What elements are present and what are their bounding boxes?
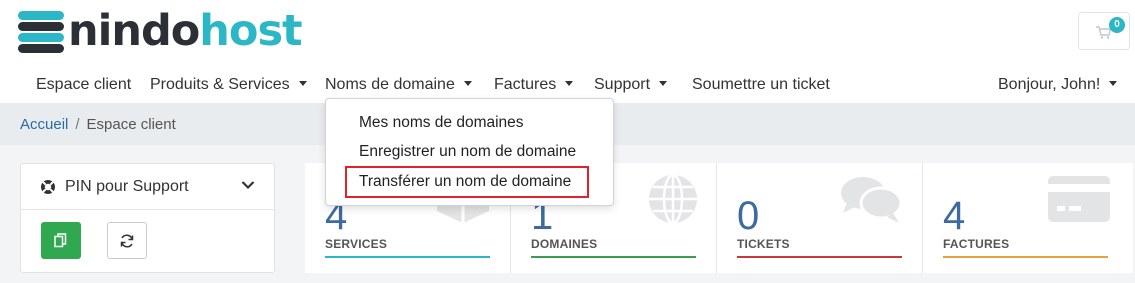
menu-item-enregistrer-domaine[interactable]: Enregistrer un nom de domaine bbox=[359, 143, 576, 161]
stat-underline bbox=[737, 256, 902, 258]
caret-down-icon bbox=[565, 81, 574, 86]
pin-support-card: PIN pour Support bbox=[20, 163, 275, 273]
domain-dropdown-menu: Mes noms de domaines Enregistrer un nom … bbox=[325, 98, 614, 206]
nav-item-factures[interactable]: Factures bbox=[494, 76, 574, 94]
highlight-box bbox=[345, 166, 589, 198]
nav-item-label: Soumettre un ticket bbox=[692, 76, 830, 93]
chevron-down-icon bbox=[241, 181, 255, 190]
refresh-icon bbox=[120, 234, 134, 248]
refresh-pin-button[interactable] bbox=[107, 222, 147, 259]
cart-button[interactable]: 0 bbox=[1078, 12, 1130, 50]
caret-down-icon bbox=[463, 81, 472, 86]
stat-value: 4 bbox=[943, 194, 966, 238]
globe-icon bbox=[649, 173, 697, 225]
breadcrumb-current: Espace client bbox=[86, 116, 176, 133]
nav-item-label: Espace client bbox=[36, 76, 132, 93]
stat-label: TICKETS bbox=[737, 237, 790, 251]
breadcrumb: Accueil / Espace client bbox=[20, 116, 176, 133]
nav-item-label: Noms de domaine bbox=[325, 76, 455, 93]
caret-down-icon bbox=[298, 81, 307, 86]
nav-user-menu[interactable]: Bonjour, John! bbox=[998, 76, 1118, 94]
nav-item-produits-services[interactable]: Produits & Services bbox=[150, 76, 307, 94]
logo-text: nindohost bbox=[68, 9, 303, 53]
nav-item-soumettre-ticket[interactable]: Soumettre un ticket bbox=[692, 76, 830, 94]
stat-underline bbox=[325, 256, 490, 258]
copy-icon bbox=[54, 233, 67, 248]
lifebuoy-icon bbox=[41, 180, 55, 194]
stat-label: FACTURES bbox=[943, 237, 1010, 251]
header: nindohost 0 bbox=[0, 0, 1135, 68]
breadcrumb-home-link[interactable]: Accueil bbox=[20, 116, 68, 133]
copy-pin-button[interactable] bbox=[41, 222, 81, 259]
breadcrumb-separator: / bbox=[75, 116, 80, 133]
nav-item-noms-de-domaine[interactable]: Noms de domaine bbox=[325, 76, 472, 94]
pin-support-header[interactable]: PIN pour Support bbox=[21, 164, 274, 210]
nav-item-support[interactable]: Support bbox=[594, 76, 668, 94]
stat-label: SERVICES bbox=[325, 237, 388, 251]
caret-down-icon bbox=[1109, 81, 1118, 86]
credit-card-icon bbox=[1048, 176, 1110, 222]
stat-label: DOMAINES bbox=[531, 237, 598, 251]
stat-tile-factures[interactable]: 4 FACTURES bbox=[923, 163, 1129, 273]
menu-item-mes-noms-de-domaines[interactable]: Mes noms de domaines bbox=[359, 114, 524, 132]
caret-down-icon bbox=[659, 81, 668, 86]
nav-item-label: Support bbox=[594, 76, 651, 93]
cart-count-badge: 0 bbox=[1109, 17, 1125, 33]
stat-tile-tickets[interactable]: 0 TICKETS bbox=[717, 163, 923, 273]
logo-text-part1: nindo bbox=[68, 5, 200, 56]
user-greeting: Bonjour, John! bbox=[998, 76, 1101, 93]
stat-value: 0 bbox=[737, 194, 760, 238]
logo-text-part2: host bbox=[199, 5, 302, 56]
nav-item-espace-client[interactable]: Espace client bbox=[36, 76, 131, 94]
comments-icon bbox=[841, 177, 903, 223]
nav-item-label: Produits & Services bbox=[150, 76, 290, 93]
stat-underline bbox=[943, 256, 1108, 258]
pin-support-title: PIN pour Support bbox=[65, 178, 189, 195]
logo[interactable]: nindohost bbox=[18, 7, 303, 55]
logo-server-icon bbox=[18, 9, 66, 53]
nav-item-label: Factures bbox=[494, 76, 557, 93]
stat-underline bbox=[531, 256, 696, 258]
